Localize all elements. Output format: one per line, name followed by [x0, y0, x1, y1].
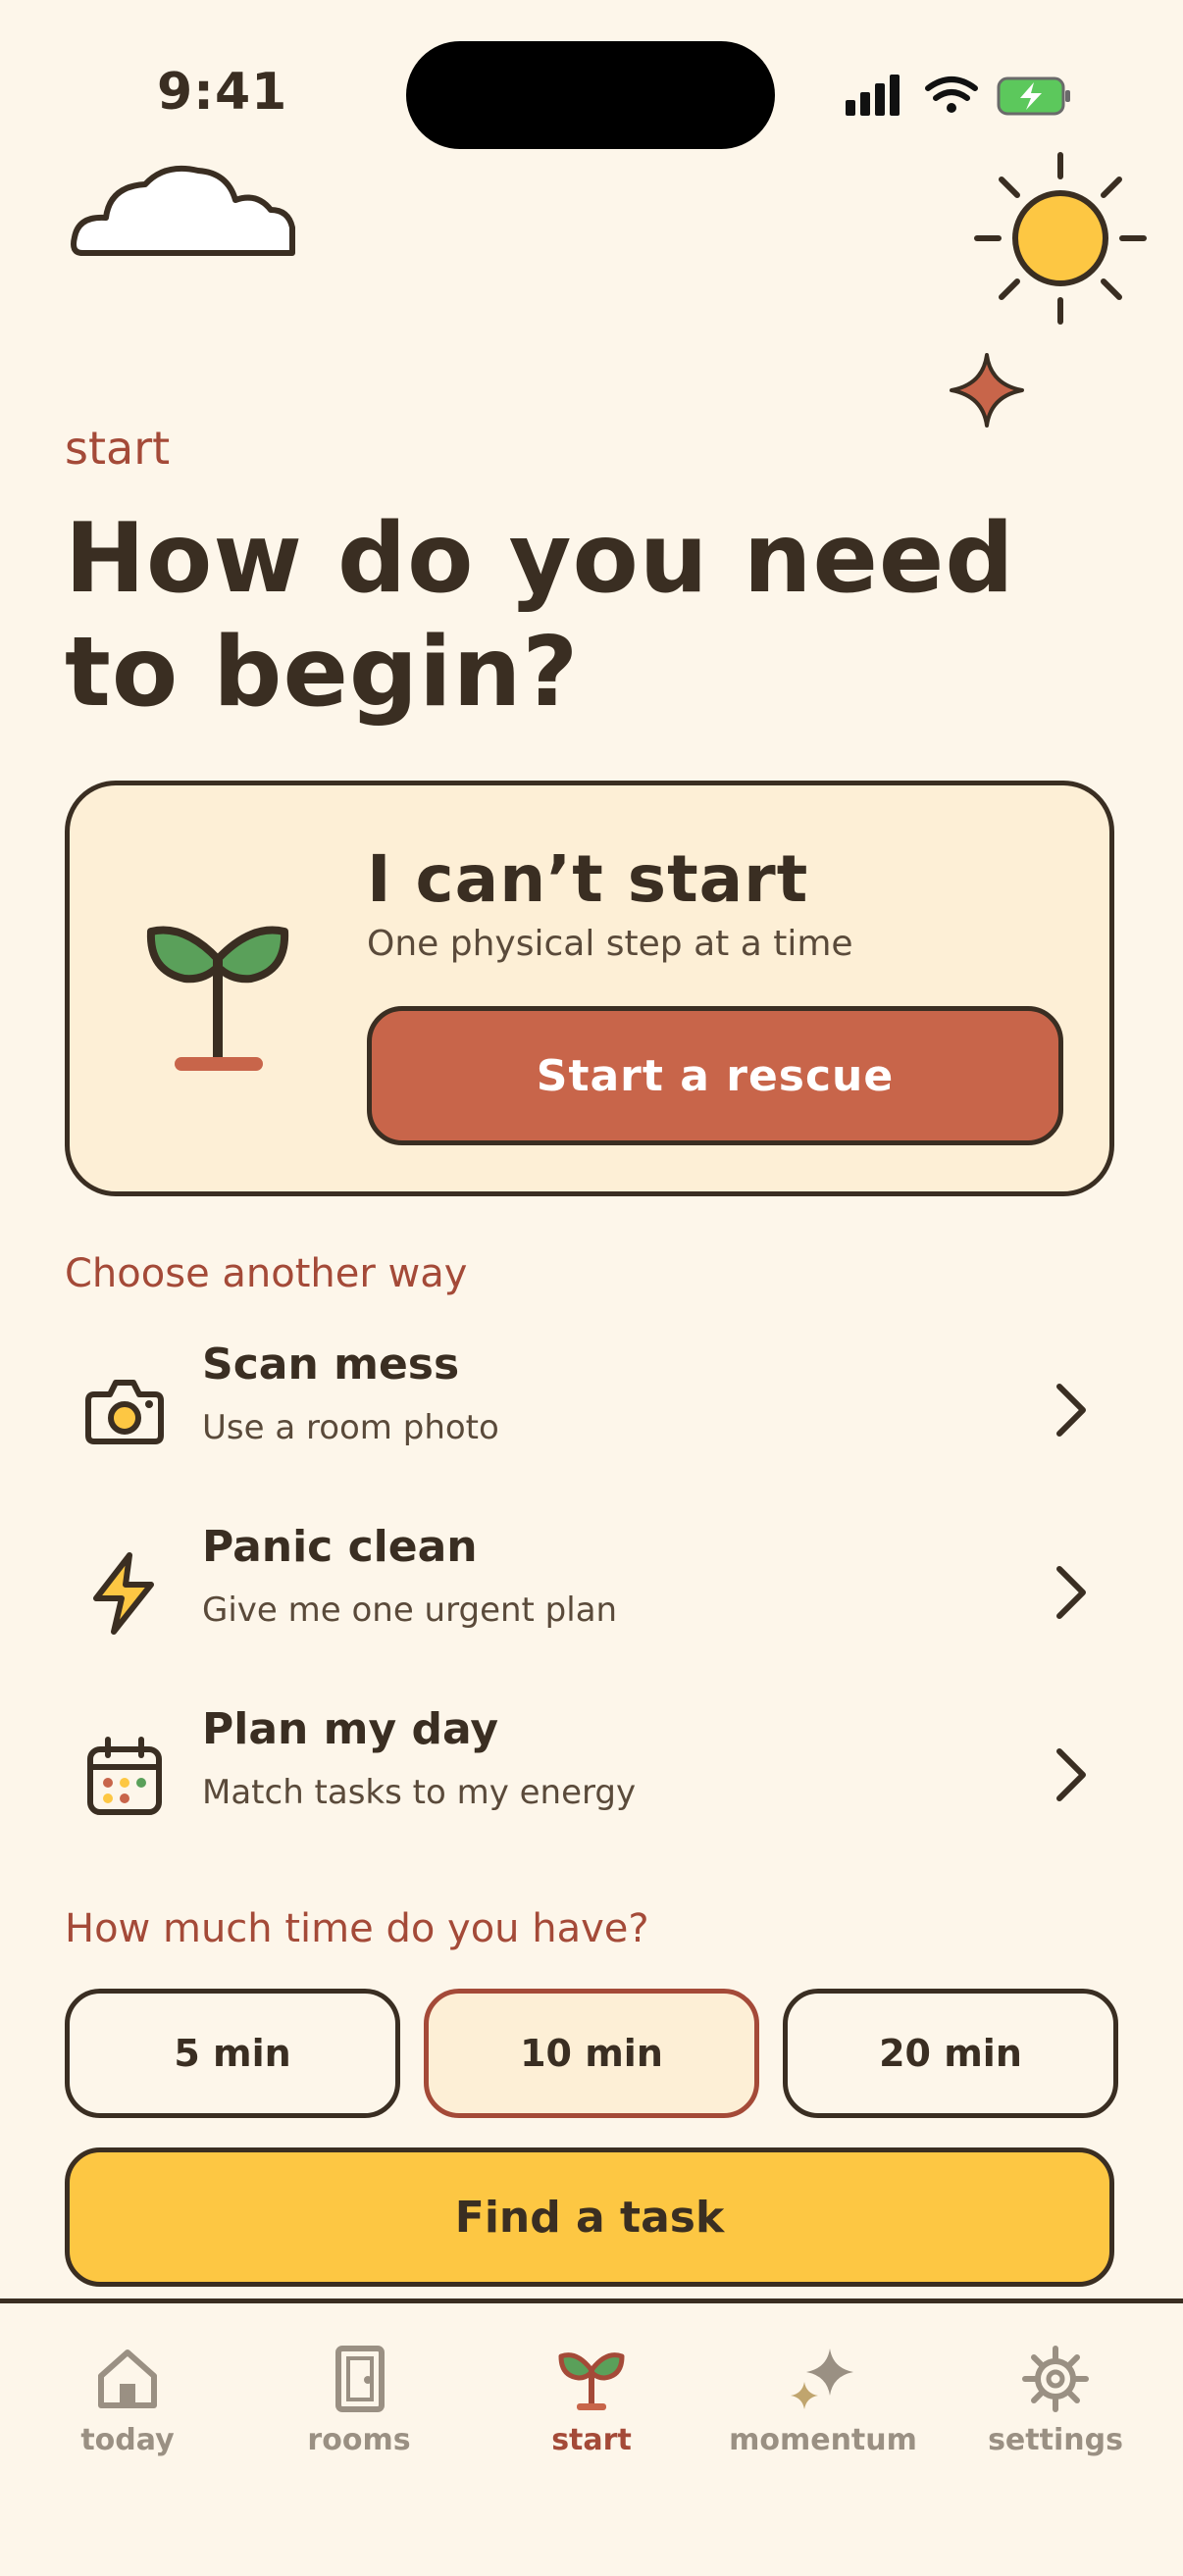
time-label: How much time do you have?: [65, 1906, 649, 1951]
tab-rooms[interactable]: rooms: [251, 2345, 467, 2457]
wifi-icon: [925, 76, 978, 113]
battery-icon: [997, 76, 1070, 116]
option-subtitle: Give me one urgent plan: [202, 1591, 618, 1630]
cloud-icon: [71, 165, 295, 256]
option-title: Plan my day: [202, 1704, 499, 1754]
gear-icon: [1022, 2346, 1089, 2412]
house-icon: [98, 2349, 157, 2408]
door-icon: [335, 2346, 385, 2412]
rescue-card-title: I can’t start: [367, 841, 809, 917]
camera-icon: [85, 1380, 164, 1444]
tab-label: today: [80, 2423, 175, 2457]
status-icons: [846, 75, 1070, 116]
calendar-icon: [87, 1737, 162, 1815]
option-subtitle: Match tasks to my energy: [202, 1773, 637, 1812]
page-title: How do you need to begin?: [65, 503, 1015, 729]
option-subtitle: Use a room photo: [202, 1408, 499, 1447]
status-time: 9:41: [157, 63, 288, 122]
tab-label: momentum: [729, 2423, 917, 2457]
sprout-icon: [558, 2352, 625, 2410]
tab-label: settings: [988, 2423, 1123, 2457]
tab-start[interactable]: start: [484, 2345, 699, 2457]
option-title: Panic clean: [202, 1522, 478, 1572]
time-chip-10-min[interactable]: 10 min: [424, 1989, 759, 2118]
chevron-right-icon: [1056, 1748, 1086, 1801]
sun-icon: [974, 152, 1147, 325]
option-plan-my-day[interactable]: Plan my day Match tasks to my energy: [65, 1691, 1114, 1863]
option-title: Scan mess: [202, 1339, 460, 1389]
time-chip-20-min[interactable]: 20 min: [783, 1989, 1118, 2118]
dynamic-island: [406, 41, 775, 149]
signal-icon: [846, 75, 900, 116]
lightning-icon: [93, 1552, 154, 1635]
chevron-right-icon: [1056, 1566, 1086, 1619]
tab-label: rooms: [307, 2423, 411, 2457]
find-task-button[interactable]: Find a task: [65, 2147, 1114, 2287]
start-rescue-button[interactable]: Start a rescue: [367, 1006, 1063, 1145]
tab-label: start: [551, 2423, 632, 2457]
tab-today[interactable]: today: [20, 2345, 235, 2457]
tab-momentum[interactable]: momentum: [715, 2345, 931, 2457]
page-eyebrow: start: [65, 422, 171, 475]
options-label: Choose another way: [65, 1251, 468, 1296]
option-panic-clean[interactable]: Panic clean Give me one urgent plan: [65, 1508, 1114, 1681]
option-scan-mess[interactable]: Scan mess Use a room photo: [65, 1326, 1114, 1498]
tab-settings[interactable]: settings: [948, 2345, 1163, 2457]
sprout-icon: [146, 926, 289, 1071]
time-chip-5-min[interactable]: 5 min: [65, 1989, 400, 2118]
sparkle-icon: [950, 353, 1024, 428]
rescue-card-subtitle: One physical step at a time: [367, 924, 853, 964]
chevron-right-icon: [1056, 1384, 1086, 1437]
tab-bar: today rooms start momentum settings: [0, 2298, 1183, 2576]
sparkle-icon: [791, 2349, 853, 2409]
